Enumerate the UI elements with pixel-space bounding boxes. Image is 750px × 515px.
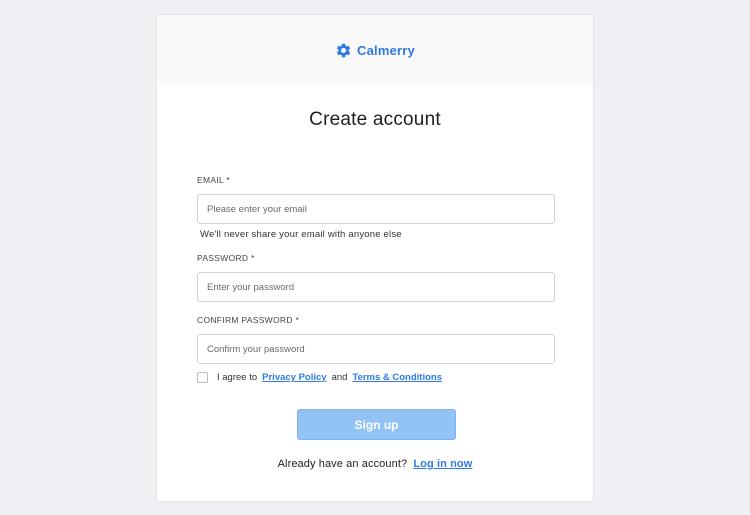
email-field[interactable]	[197, 194, 555, 224]
login-prompt: Already have an account?	[277, 458, 408, 470]
login-prompt-row: Already have an account? Log in now	[157, 458, 593, 470]
signup-form: EMAIL * We'll never share your email wit…	[197, 175, 555, 364]
email-helper-text: We'll never share your email with anyone…	[200, 229, 402, 240]
terms-checkbox[interactable]	[197, 372, 208, 383]
terms-row: I agree to Privacy Policy and Terms & Co…	[197, 372, 442, 383]
sign-up-button[interactable]: Sign up	[297, 409, 456, 440]
confirm-password-label: CONFIRM PASSWORD *	[197, 315, 300, 325]
gear-icon	[335, 42, 352, 59]
password-field[interactable]	[197, 272, 555, 302]
terms-conditions-link[interactable]: Terms & Conditions	[352, 372, 442, 383]
brand-name: Calmerry	[357, 42, 415, 58]
privacy-policy-link[interactable]: Privacy Policy	[262, 372, 326, 383]
terms-conjunction: and	[331, 372, 348, 383]
password-label: PASSWORD *	[197, 253, 255, 263]
page-title: Create account	[309, 109, 441, 130]
confirm-password-field[interactable]	[197, 334, 555, 364]
signup-card: Calmerry Create account EMAIL * We'll ne…	[156, 14, 594, 502]
log-in-link[interactable]: Log in now	[413, 458, 472, 470]
card-header: Calmerry	[157, 15, 593, 85]
email-label: EMAIL *	[197, 175, 230, 185]
brand-logo[interactable]: Calmerry	[335, 42, 415, 59]
terms-prefix: I agree to	[217, 372, 258, 383]
